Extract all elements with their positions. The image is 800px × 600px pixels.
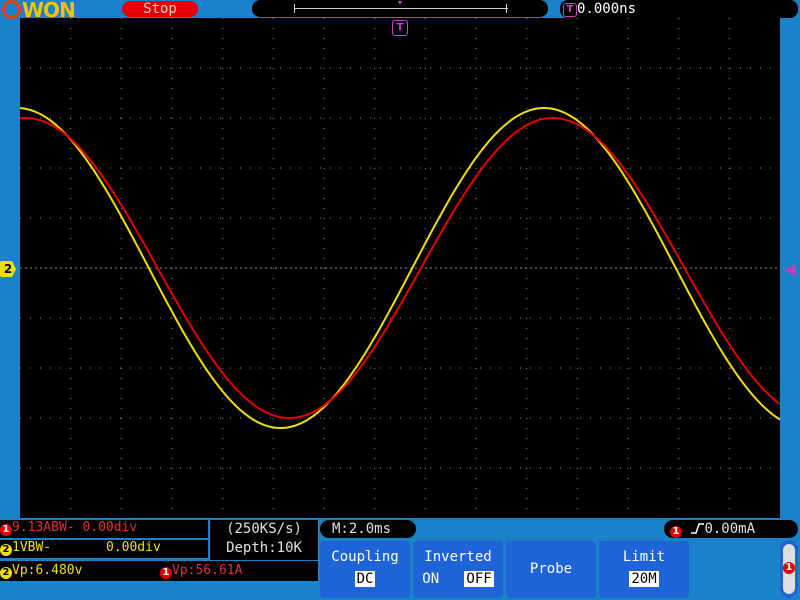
measurement-bar: 2 Vp:6.480v 1 Vp:56.61A <box>0 561 318 581</box>
inverted-on-option: ON <box>422 571 440 587</box>
trigger-time-readout: T 0.000ns <box>560 0 798 18</box>
timebase-readout: M:2.0ms <box>320 520 416 538</box>
trigger-source-badge: 1 <box>670 526 682 538</box>
measure-ch1-badge: 1 <box>160 567 172 579</box>
ch2-scale-readout: 2 1VBW- 0.00div <box>0 540 208 558</box>
memory-position-bar[interactable] <box>252 0 548 17</box>
inverted-label: Inverted <box>424 549 492 565</box>
memory-bar-line <box>294 8 508 9</box>
inverted-off-option: OFF <box>464 571 494 587</box>
inverted-menu-button[interactable]: Inverted ON OFF <box>413 541 503 598</box>
trigger-time-value: 0.000ns <box>577 1 637 17</box>
coupling-label: Coupling <box>331 549 399 565</box>
ch1-scale-readout: 1 9.13ABW- 0.00div <box>0 520 208 538</box>
memory-bar-left-bracket <box>294 4 295 13</box>
trigger-position-pointer <box>398 1 402 5</box>
ch1-vp-measurement: Vp:56.61A <box>172 563 243 578</box>
limit-menu-button[interactable]: Limit 20M <box>599 541 689 598</box>
trigger-status-readout: 1 0.00mA <box>664 520 798 538</box>
ch1-badge: 1 <box>0 524 12 536</box>
limit-label: Limit <box>622 549 666 565</box>
trigger-level-value: 0.00mA <box>704 521 756 537</box>
ch1-scale-text: 9.13ABW- 0.00div <box>12 520 138 535</box>
probe-menu-button[interactable]: Probe <box>506 541 596 598</box>
probe-label: Probe <box>529 561 573 577</box>
measure-ch2-badge: 2 <box>0 567 12 579</box>
run-stop-status[interactable]: Stop <box>122 1 198 17</box>
owon-logo: WON <box>2 0 82 20</box>
waveform-grid <box>20 18 780 518</box>
acquisition-info: (250KS/s) Depth:10K <box>210 520 318 560</box>
menu-scrollbar[interactable]: 1 <box>780 540 798 598</box>
ch2-scale-text: 1VBW- <box>12 540 52 555</box>
waveform-display[interactable] <box>20 18 780 518</box>
logo-o-ring <box>2 0 21 19</box>
sample-rate: (250KS/s) <box>226 521 302 537</box>
ch2-vp-measurement: Vp:6.480v <box>12 563 83 578</box>
memory-depth: Depth:10K <box>226 540 302 556</box>
rising-edge-icon <box>691 523 705 534</box>
menu-channel-badge: 1 <box>783 562 795 574</box>
ch2-badge: 2 <box>0 544 12 556</box>
trigger-level-arrow-icon[interactable] <box>784 264 796 276</box>
trigger-time-icon: T <box>563 3 577 17</box>
ch2-ground-marker[interactable]: 2 <box>0 261 16 277</box>
coupling-menu-button[interactable]: Coupling DC <box>320 541 410 598</box>
coupling-value: DC <box>354 571 376 587</box>
limit-value: 20M <box>629 571 659 587</box>
memory-bar-right-bracket <box>506 4 507 13</box>
ch2-offset-text: 0.00div <box>106 540 161 555</box>
trigger-position-marker-icon[interactable]: T <box>392 20 408 36</box>
